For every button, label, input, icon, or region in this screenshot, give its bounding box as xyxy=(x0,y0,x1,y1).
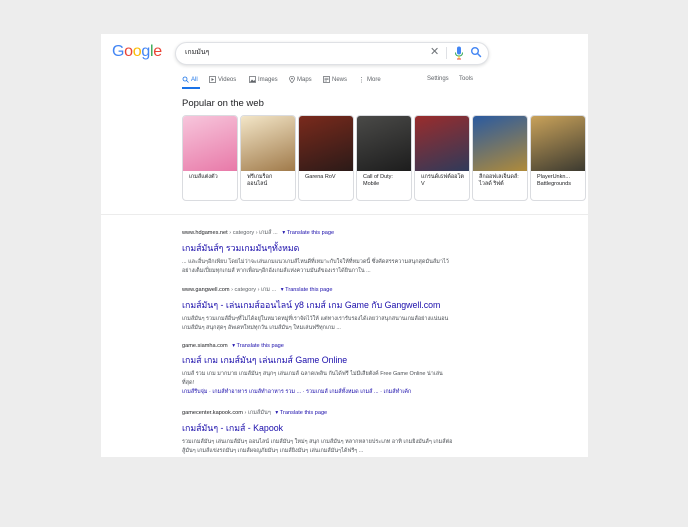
result-url[interactable]: www.gangwell.com › category › เกม ... ▾ … xyxy=(182,286,462,294)
translate-link[interactable]: ▾ Translate this page xyxy=(282,230,334,236)
search-result: game.siamha.com ▾ Translate this page เก… xyxy=(182,343,462,396)
tab-label: Tools xyxy=(459,76,474,82)
card-label: แกรนด์เธฟต์ออโต V xyxy=(421,174,464,187)
tab-tools[interactable]: Tools xyxy=(459,76,473,82)
tab-label: More xyxy=(367,77,381,83)
tab-news[interactable]: News xyxy=(323,76,347,83)
search-box[interactable]: เกมมันๆ ✕ xyxy=(175,42,489,65)
search-input[interactable]: เกมมันๆ xyxy=(185,47,209,58)
popular-carousel: เกมส์แต่งตัว ฟรีเกมร็อก ออนไลน์ Garena R… xyxy=(182,115,588,202)
popular-card[interactable]: PlayerUnkn... Battlegrounds xyxy=(530,115,586,201)
popular-card[interactable]: Call of Duty: Mobile xyxy=(356,115,412,201)
result-breadcrumb: › category › เกม ... xyxy=(231,287,277,293)
translate-link[interactable]: ▾ Translate this page xyxy=(232,343,284,349)
popular-card[interactable]: ลีกออฟเลเจ็นดส์: ไวลด์ ริฟต์ xyxy=(472,115,528,201)
translate-link[interactable]: ▾ Translate this page xyxy=(275,410,327,416)
tab-label: News xyxy=(332,76,348,83)
tab-images[interactable]: Images xyxy=(249,76,278,83)
map-pin-icon xyxy=(289,76,295,83)
video-icon xyxy=(209,76,216,83)
tab-settings[interactable]: Settings xyxy=(427,76,449,82)
tab-more[interactable]: ⋮ More xyxy=(358,76,381,84)
result-snippet: เกมส์ รวม เกม มากมาย เกมส์มันๆ สนุกๆ เล่… xyxy=(182,371,443,386)
result-domain: game.siamha.com xyxy=(182,343,228,349)
search-icon xyxy=(182,76,189,83)
result-sitelinks[interactable]: เกมส์รีบจุ่ม · เกมส์ทำอาหาร เกมส์ทำอาหาร… xyxy=(182,388,462,396)
result-domain: gamecenter.kapook.com xyxy=(182,410,243,416)
tab-label: Images xyxy=(258,76,278,83)
result-title[interactable]: เกมส์ เกม เกมส์มันๆ เล่นเกมส์ Game Onlin… xyxy=(182,353,462,367)
google-logo[interactable]: Google xyxy=(112,43,162,61)
image-icon xyxy=(249,76,256,83)
result-domain: www.hdgames.net xyxy=(182,230,228,236)
result-url[interactable]: game.siamha.com ▾ Translate this page xyxy=(182,343,462,349)
translate-label: Translate this page xyxy=(236,343,284,349)
tab-label: All xyxy=(191,76,198,83)
translate-link[interactable]: ▾ Translate this page xyxy=(281,287,333,293)
popular-card[interactable]: แกรนด์เธฟต์ออโต V xyxy=(414,115,470,201)
result-url[interactable]: www.hdgames.net › category › เกมส์ ... ▾… xyxy=(182,229,462,237)
popular-card[interactable]: Garena RoV xyxy=(298,115,354,201)
result-title[interactable]: เกมส์มันๆ - เล่นเกมส์ออนไลน์ y8 เกมส์ เก… xyxy=(182,298,462,312)
translate-label: Translate this page xyxy=(285,287,333,293)
search-divider xyxy=(446,47,447,59)
tab-maps[interactable]: Maps xyxy=(289,76,312,83)
tab-label: Settings xyxy=(427,76,449,82)
tab-label: Videos xyxy=(218,76,237,83)
popular-card[interactable]: ฟรีเกมร็อก ออนไลน์ xyxy=(240,115,296,201)
result-breadcrumb: › เกมส์มันๆ xyxy=(244,410,271,416)
search-icon[interactable] xyxy=(470,46,482,58)
clear-icon[interactable]: ✕ xyxy=(430,46,439,59)
card-thumbnail xyxy=(473,116,527,171)
result-domain: www.gangwell.com xyxy=(182,287,230,293)
popular-section-title: Popular on the web xyxy=(182,98,264,109)
news-icon xyxy=(323,76,330,83)
search-results-page: Google เกมมันๆ ✕ All Videos Images Maps … xyxy=(101,34,588,457)
result-breadcrumb: › category › เกมส์ ... xyxy=(229,230,278,236)
search-result: www.gangwell.com › category › เกม ... ▾ … xyxy=(182,286,462,332)
result-snippet: รวมเกมส์มันๆ เล่นเกมส์มันๆ ออนไลน์ เกมส์… xyxy=(182,439,453,454)
microphone-icon[interactable] xyxy=(454,46,464,60)
card-thumbnail xyxy=(241,116,295,171)
section-divider xyxy=(101,214,588,215)
card-thumbnail xyxy=(183,116,237,171)
result-title[interactable]: เกมส์มันส์ๆ รวมเกมมันๆทั้งหมด xyxy=(182,241,462,255)
result-snippet: ... และอื่นๆอีกเพียบ โดยไม่ว่าจะเล่นเกมแ… xyxy=(182,259,449,274)
card-thumbnail xyxy=(531,116,585,171)
result-title[interactable]: เกมส์มันๆ - เกมส์ - Kapook xyxy=(182,421,462,435)
card-thumbnail xyxy=(299,116,353,171)
translate-label: Translate this page xyxy=(279,410,328,416)
search-result: gamecenter.kapook.com › เกมส์มันๆ ▾ Tran… xyxy=(182,409,462,455)
more-vert-icon: ⋮ xyxy=(358,77,365,84)
popular-card[interactable]: เกมส์แต่งตัว xyxy=(182,115,238,201)
search-tabs: All Videos Images Maps News ⋮ More Setti… xyxy=(182,74,582,89)
active-tab-indicator xyxy=(182,87,200,89)
card-label: Call of Duty: Mobile xyxy=(363,174,393,187)
card-label: ลีกออฟเลเจ็นดส์: ไวลด์ ริฟต์ xyxy=(479,174,519,187)
card-label: Garena RoV xyxy=(305,174,336,180)
result-snippet: เกมส์มันๆ รวมเกมส์อื่นๆที่ไม่ได้อยู่ในหม… xyxy=(182,316,449,331)
card-thumbnail xyxy=(415,116,469,171)
search-result: www.hdgames.net › category › เกมส์ ... ▾… xyxy=(182,229,462,275)
tab-videos[interactable]: Videos xyxy=(209,76,236,83)
card-label: ฟรีเกมร็อก ออนไลน์ xyxy=(247,174,273,187)
tab-label: Maps xyxy=(297,76,312,83)
translate-label: Translate this page xyxy=(286,230,335,236)
result-url[interactable]: gamecenter.kapook.com › เกมส์มันๆ ▾ Tran… xyxy=(182,409,462,417)
card-label: เกมส์แต่งตัว xyxy=(189,174,218,180)
card-thumbnail xyxy=(357,116,411,171)
card-label: PlayerUnkn... Battlegrounds xyxy=(537,174,571,187)
tab-all[interactable]: All xyxy=(182,76,198,83)
